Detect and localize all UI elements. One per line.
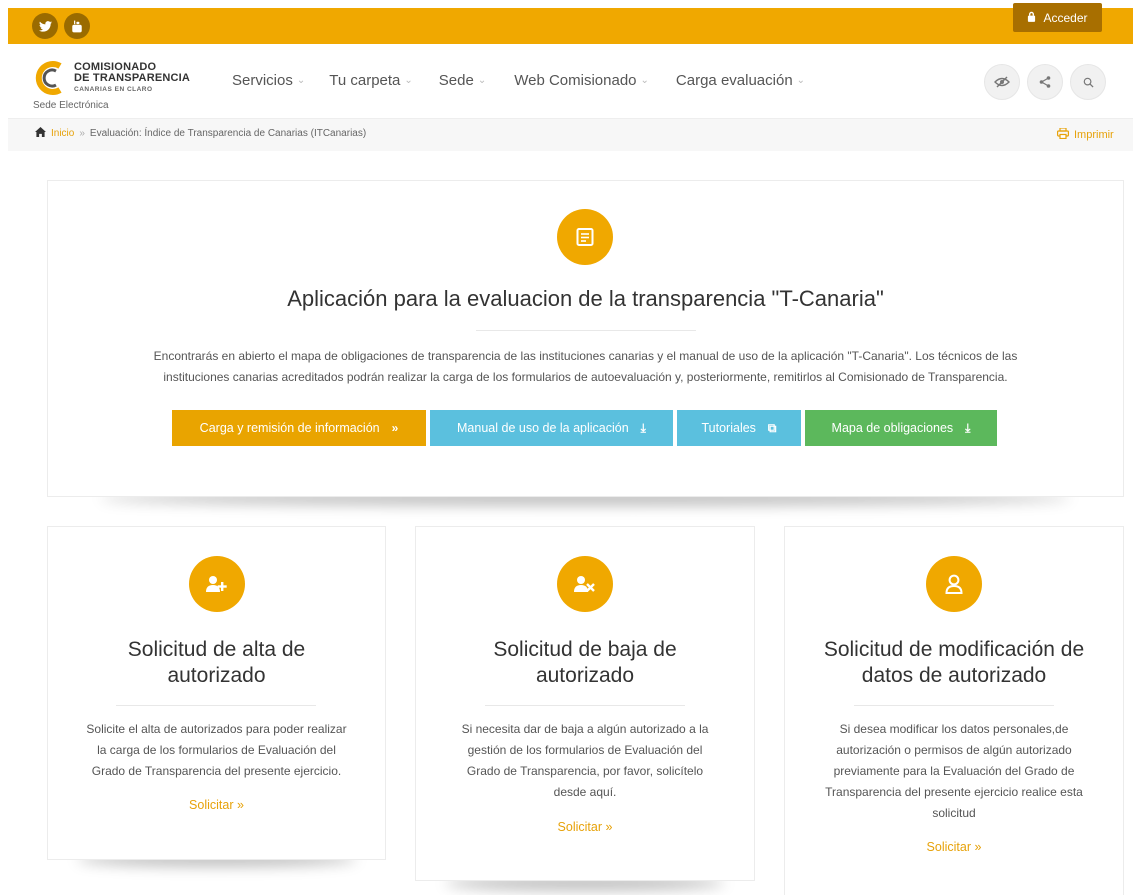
breadcrumb-current: Evaluación: Índice de Transparencia de C… [89,128,367,139]
obligations-map-button[interactable]: Mapa de obligaciones ⤓ [805,410,997,446]
print-button[interactable]: Imprimir [1057,127,1114,142]
accessibility-eye-icon[interactable] [984,64,1020,100]
card-modificacion-title: Solicitud de modificación de datos de au… [823,638,1085,687]
chevron-down-icon: ⌄ [404,75,413,86]
upload-information-button[interactable]: Carga y remisión de información » [172,410,426,446]
logo-line-3: CANARIAS EN CLARO [74,86,153,93]
login-label: Acceder [1043,10,1088,25]
menu-item-web-comisionado[interactable]: Web Comisionado ⌄ [514,72,649,89]
breadcrumb-home-link[interactable]: Inicio [51,128,74,139]
main-divider [476,330,696,331]
card-divider [854,705,1054,706]
download-icon: ⤓ [640,420,646,435]
download-icon: ⤓ [965,420,971,435]
card-divider [485,705,685,706]
main-description: Encontrarás en abierto el mapa de obliga… [153,349,1018,384]
card-alta-title: Solicitud de alta de autorizado [127,638,306,687]
card-alta-description: Solicite el alta de autorizados para pod… [86,722,347,778]
double-chevron-right-icon: » [391,421,399,435]
card-modificacion-solicitar-link[interactable]: Solicitar » [784,840,1124,854]
card-alta-solicitar-link[interactable]: Solicitar » [47,798,386,812]
youtube-icon[interactable] [64,13,90,39]
add-user-icon [189,556,245,612]
form-icon [557,209,613,265]
menu-item-carga-evaluacion[interactable]: Carga evaluación ⌄ [676,72,805,89]
top-bar [8,8,1133,44]
user-manual-button[interactable]: Manual de uso de la aplicación ⤓ [430,410,673,446]
breadcrumb: Inicio » Evaluación: Índice de Transpare… [35,127,366,140]
sede-label: Sede Electrónica [33,100,109,111]
search-icon[interactable] [1070,64,1106,100]
main-menu: Servicios ⌄ Tu carpeta ⌄ Sede ⌄ Web Comisio… [232,72,805,89]
header-tools [984,64,1106,100]
main-title: Aplicación para la evaluacion de la tran… [287,286,884,311]
social-links [32,8,90,44]
chevron-down-icon: ⌄ [296,75,306,86]
card-baja-title: Solicitud de baja de autorizado [493,638,677,687]
logo-text: COMISIONADO DE TRANSPARENCIA CANARIAS EN… [74,62,190,95]
card-baja-solicitar-link[interactable]: Solicitar » [415,820,755,834]
user-icon [926,556,982,612]
card-divider [116,705,316,706]
print-label: Imprimir [1074,129,1114,141]
logo-line-2: DE TRANSPARENCIA [74,72,191,84]
menu-item-servicios[interactable]: Servicios ⌄ [232,72,305,89]
lock-icon [1027,11,1036,25]
breadcrumb-separator: » [79,128,85,139]
chevron-down-icon: ⌄ [640,75,649,86]
card-baja-description: Si necesita dar de baja a algún autoriza… [461,722,709,799]
twitter-icon[interactable] [32,13,58,39]
menu-item-tu-carpeta[interactable]: Tu carpeta ⌄ [329,72,413,89]
menu-item-sede[interactable]: Sede ⌄ [439,72,486,89]
chevron-down-icon: ⌄ [796,75,806,86]
share-icon[interactable] [1027,64,1063,100]
printer-icon [1057,127,1070,142]
home-icon[interactable] [35,127,46,140]
external-link-icon: ⧉ [767,420,777,435]
card-modificacion-description: Si desea modificar los datos personales,… [825,722,1083,820]
main-buttons: Carga y remisión de información » Manual… [172,410,997,446]
remove-user-icon [557,556,613,612]
tutorials-button[interactable]: Tutoriales ⧉ [677,410,801,446]
login-button[interactable]: Acceder [1013,3,1102,32]
chevron-down-icon: ⌄ [477,75,487,86]
